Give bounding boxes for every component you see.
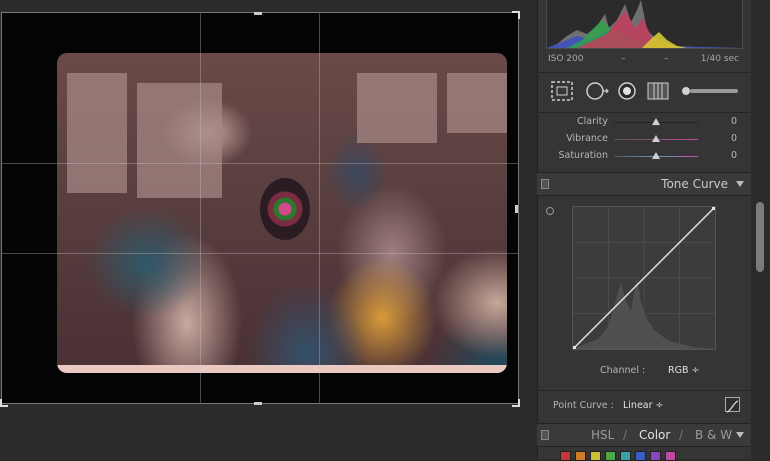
crop-handle-right[interactable] <box>515 205 518 213</box>
crop-corner-top-right[interactable] <box>512 11 520 19</box>
photo-window <box>447 73 507 133</box>
photo-bright-edge <box>57 365 507 373</box>
point-curve-label: Point Curve : <box>553 400 614 411</box>
crop-grid-line <box>200 13 201 403</box>
color-swatch[interactable] <box>575 451 586 461</box>
tone-curve-svg[interactable] <box>572 206 716 350</box>
slider-value[interactable]: 0 <box>731 116 737 127</box>
color-swatch[interactable] <box>590 451 601 461</box>
photo-window <box>137 83 222 198</box>
crop-corner-bottom-right[interactable] <box>512 399 520 407</box>
exif-iso: ISO 200 <box>548 54 584 64</box>
graduated-filter-icon[interactable] <box>646 80 670 102</box>
point-curve-icon-glyph <box>726 400 739 413</box>
adjustment-brush-icon[interactable] <box>680 80 740 102</box>
slider-value[interactable]: 0 <box>731 150 737 161</box>
clarity-slider[interactable]: Clarity 0 <box>546 115 741 131</box>
tab-separator: / <box>623 428 628 442</box>
crop-grid-line <box>319 13 320 403</box>
slider-label: Clarity <box>577 116 608 127</box>
color-swatch[interactable] <box>635 451 646 461</box>
crop-grid-line <box>2 253 518 254</box>
exif-info: ISO 200 – – 1/40 sec <box>546 52 741 68</box>
collapse-triangle-icon[interactable] <box>736 432 744 438</box>
color-swatch[interactable] <box>560 451 571 461</box>
color-swatch[interactable] <box>665 451 676 461</box>
slider-label: Saturation <box>558 150 608 161</box>
saturation-slider[interactable]: Saturation 0 <box>546 149 741 165</box>
channel-select[interactable]: RGB ÷ <box>668 365 699 376</box>
photo-window <box>67 73 127 193</box>
crop-frame[interactable] <box>2 13 518 403</box>
color-swatch[interactable] <box>620 451 631 461</box>
crop-grid-line <box>2 163 518 164</box>
crop-corner-bottom-left[interactable] <box>0 399 8 407</box>
hsl-color-bw-header: HSL / Color / B & W <box>537 423 750 447</box>
slider-value[interactable]: 0 <box>731 133 737 144</box>
crop-handle-bottom[interactable] <box>254 402 262 405</box>
tool-strip <box>546 76 741 106</box>
color-swatch[interactable] <box>650 451 661 461</box>
vibrance-slider[interactable]: Vibrance 0 <box>546 132 741 148</box>
divider <box>537 390 750 391</box>
photo-disc <box>260 178 310 240</box>
divider <box>537 112 750 113</box>
exif-aperture: – <box>621 54 626 64</box>
panel-switch-icon[interactable] <box>541 179 549 189</box>
histogram <box>546 0 743 49</box>
slider-thumb[interactable] <box>652 152 660 159</box>
crop-handle-top[interactable] <box>254 12 262 15</box>
slider-thumb[interactable] <box>652 135 660 142</box>
photo-image <box>57 53 507 373</box>
tab-hsl[interactable]: HSL <box>591 428 614 442</box>
histogram-graph <box>547 0 742 48</box>
slider-label: Vibrance <box>566 133 608 144</box>
tone-curve-graph[interactable] <box>572 206 716 350</box>
channel-label: Channel : <box>600 365 646 376</box>
point-curve-select[interactable]: Linear ÷ <box>623 400 664 411</box>
tab-bw[interactable]: B & W <box>695 428 732 442</box>
tone-curve-header[interactable]: Tone Curve <box>537 172 750 196</box>
photo-window <box>357 73 437 143</box>
exif-shutter: 1/40 sec <box>700 54 739 64</box>
panel-switch-icon[interactable] <box>541 430 549 440</box>
tone-curve-title: Tone Curve <box>661 177 728 191</box>
crop-overlay-icon[interactable] <box>550 80 574 102</box>
spot-removal-icon[interactable] <box>584 80 610 102</box>
exif-focal: – <box>664 54 669 64</box>
slider-thumb[interactable] <box>652 118 660 125</box>
tab-separator: / <box>679 428 684 442</box>
collapse-triangle-icon[interactable] <box>736 181 744 187</box>
color-swatch[interactable] <box>605 451 616 461</box>
tab-color[interactable]: Color <box>639 428 670 442</box>
point-curve-icon[interactable] <box>725 397 740 413</box>
divider <box>537 72 750 73</box>
target-adjustment-icon[interactable] <box>546 207 554 215</box>
red-eye-icon[interactable] <box>616 80 638 102</box>
panel-scrollbar-thumb[interactable] <box>756 202 764 272</box>
photo-canvas[interactable] <box>0 0 531 459</box>
